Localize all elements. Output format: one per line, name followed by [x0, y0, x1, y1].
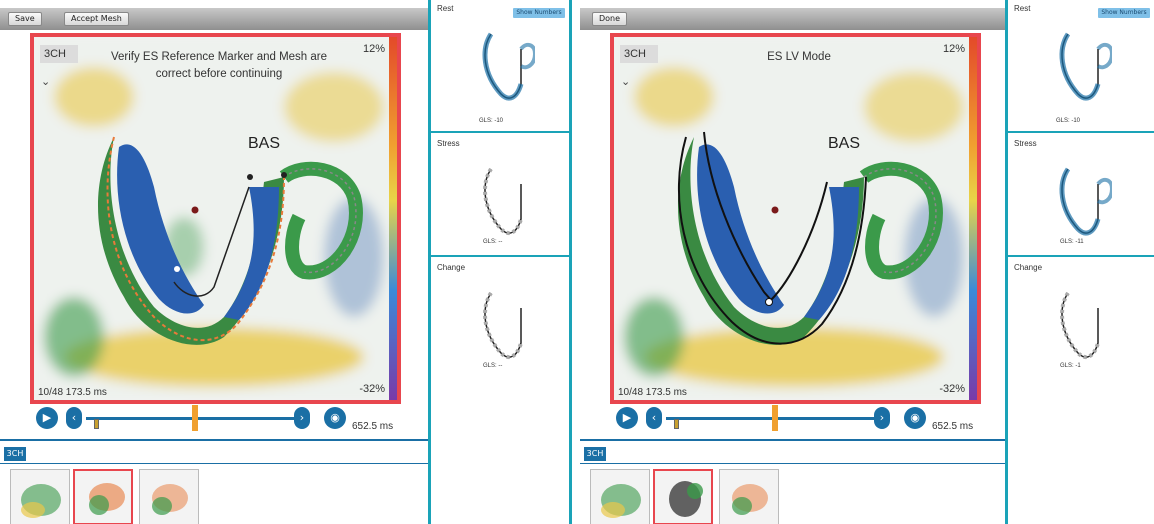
echo-viewer[interactable]: 3CH ⌄ ES LV Mode BAS 12% -32% 10/48 173.…	[610, 33, 981, 404]
gls-caption: GLS: -1	[1060, 363, 1081, 369]
es-marker[interactable]	[772, 405, 778, 431]
stress-section: Stress GLS: -11	[1008, 135, 1154, 257]
strain-image	[614, 37, 977, 400]
color-scale-bar	[389, 37, 397, 400]
view-thumbnail-selected[interactable]	[653, 469, 713, 524]
view-thumbnail[interactable]	[590, 469, 650, 524]
view-strip: 3CH	[0, 439, 428, 524]
loop-icon[interactable]: ◉	[904, 407, 926, 429]
strip-tab-3ch[interactable]: 3CH	[4, 447, 26, 461]
view-select[interactable]: 3CH	[620, 45, 658, 63]
start-marker[interactable]	[94, 419, 99, 429]
time-readout: 652.5 ms	[932, 421, 974, 432]
accept-mesh-button[interactable]: Accept Mesh	[64, 12, 129, 26]
gls-caption: GLS: --	[483, 363, 503, 369]
chevron-down-icon[interactable]: ⌄	[621, 75, 630, 88]
change-section: Change GLS: --	[431, 259, 569, 399]
echo-viewer[interactable]: 3CH ⌄ Verify ES Reference Marker and Mes…	[30, 33, 401, 404]
strip-divider	[0, 463, 428, 464]
heart-diagram	[483, 291, 523, 360]
gls-caption: GLS: --	[483, 239, 503, 245]
timeline-track[interactable]	[666, 417, 876, 420]
left-panel: Save Accept Mesh 3CH ⌄ Verify ES Referen…	[0, 0, 428, 524]
heart-diagram	[1059, 32, 1112, 101]
save-button[interactable]: Save	[8, 12, 42, 26]
start-marker[interactable]	[674, 419, 679, 429]
gls-caption: GLS: -10	[1056, 118, 1081, 124]
es-marker[interactable]	[192, 405, 198, 431]
heart-diagram	[1059, 167, 1112, 236]
strip-tab-3ch[interactable]: 3CH	[584, 447, 606, 461]
bas-label: BAS	[828, 135, 861, 152]
view-thumbnail[interactable]	[719, 469, 779, 524]
strain-image	[34, 37, 397, 400]
step-back-icon[interactable]: ‹	[646, 407, 662, 429]
view-thumbnail[interactable]	[10, 469, 70, 524]
step-forward-icon[interactable]: ›	[874, 407, 890, 429]
mode-title: ES LV Mode	[767, 51, 831, 63]
chevron-down-icon[interactable]: ⌄	[41, 75, 50, 88]
rest-label: Rest	[437, 4, 454, 13]
playback-controls: ▶ ‹ › ◉ 652.5 ms	[36, 405, 426, 435]
play-icon[interactable]: ▶	[36, 407, 58, 429]
left-toolbar: Save Accept Mesh	[0, 8, 428, 30]
rest-section: Rest Show Numbers GLS: -10	[1008, 0, 1154, 133]
scale-max: 12%	[942, 43, 965, 55]
app-root: Save Accept Mesh 3CH ⌄ Verify ES Referen…	[0, 0, 1154, 524]
step-back-icon[interactable]: ‹	[66, 407, 82, 429]
color-scale-bar	[969, 37, 977, 400]
view-thumbnail-selected[interactable]	[73, 469, 133, 524]
view-thumbnail[interactable]	[139, 469, 199, 524]
stress-section: Stress GLS: --	[431, 135, 569, 257]
view-strip: 3CH	[580, 439, 1008, 524]
rest-section: Rest Show Numbers GLS: -10	[431, 0, 569, 133]
scale-max: 12%	[362, 43, 385, 55]
playback-controls: ▶ ‹ › ◉ 652.5 ms	[616, 405, 1006, 435]
change-label: Change	[437, 263, 466, 272]
loop-icon[interactable]: ◉	[324, 407, 346, 429]
play-icon[interactable]: ▶	[616, 407, 638, 429]
done-button[interactable]: Done	[592, 12, 628, 26]
scale-min: -32%	[359, 383, 385, 395]
strip-divider	[580, 463, 1008, 464]
left-bullseye-sidebar: Rest Show Numbers GLS: -10 Stress GLS: -…	[428, 0, 572, 524]
gls-caption: GLS: -11	[1060, 239, 1084, 245]
view-select[interactable]: 3CH	[40, 45, 78, 63]
rest-label: Rest	[1014, 4, 1031, 13]
bas-label: BAS	[248, 135, 281, 152]
right-toolbar: Done	[580, 8, 1008, 30]
heart-diagram	[1060, 291, 1100, 360]
change-section: Change GLS: -1	[1008, 259, 1154, 399]
scale-min: -32%	[939, 383, 965, 395]
change-label: Change	[1014, 263, 1043, 272]
stress-label: Stress	[437, 139, 460, 148]
right-panel: Done 3CH ⌄ ES LV Mode BAS 12% -32% 10/48…	[580, 0, 1008, 524]
right-bullseye-sidebar: Rest Show Numbers GLS: -10 Stress GLS: -…	[1005, 0, 1154, 524]
frame-info: 10/48 173.5 ms	[38, 387, 107, 398]
time-readout: 652.5 ms	[352, 421, 394, 432]
frame-info: 10/48 173.5 ms	[618, 387, 687, 398]
timeline-track[interactable]	[86, 417, 296, 420]
heart-diagram	[482, 32, 535, 101]
gls-caption: GLS: -10	[479, 118, 504, 124]
step-forward-icon[interactable]: ›	[294, 407, 310, 429]
heart-diagram	[483, 167, 523, 236]
instruction-message: Verify ES Reference Marker and Mesh are …	[110, 51, 328, 80]
stress-label: Stress	[1014, 139, 1037, 148]
